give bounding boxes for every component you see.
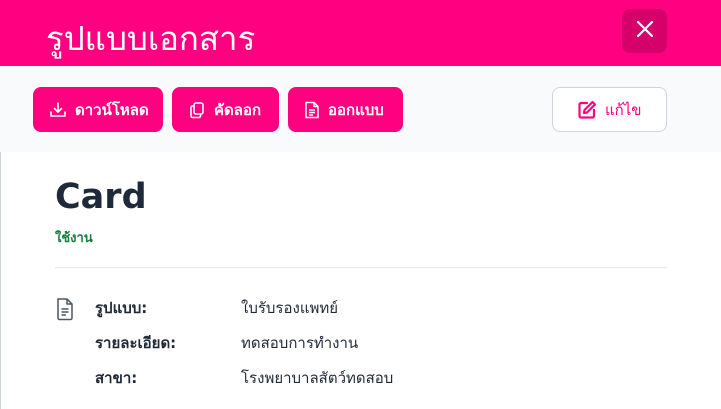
status-badge: ใช้งาน <box>55 231 93 246</box>
modal-title: รูปแบบเอกสาร <box>46 19 256 58</box>
close-icon <box>635 19 655 43</box>
modal-header: รูปแบบเอกสาร <box>0 0 721 66</box>
download-button[interactable]: ดาวน์โหลด <box>33 87 163 132</box>
copy-icon <box>188 101 206 119</box>
detail-value-description: ทดสอบการทำงาน <box>241 334 359 352</box>
download-button-label: ดาวน์โหลด <box>75 100 149 119</box>
divider <box>55 267 667 268</box>
detail-label-description: รายละเอียด: <box>95 334 177 352</box>
download-icon <box>49 101 67 119</box>
detail-value-branch: โรงพยาบาลสัตว์ทดสอบ <box>241 369 394 387</box>
close-button[interactable] <box>622 9 667 53</box>
detail-label-branch: สาขา: <box>95 369 138 387</box>
document-icon <box>55 297 75 325</box>
design-button-label: ออกแบบ <box>328 100 384 119</box>
copy-button-label: คัดลอก <box>214 100 262 119</box>
design-button[interactable]: ออกแบบ <box>288 87 403 132</box>
detail-label-format: รูปแบบ: <box>95 299 148 317</box>
edit-button[interactable]: แก้ไข <box>552 87 667 132</box>
edit-button-label: แก้ไข <box>605 100 642 119</box>
document-icon <box>304 101 320 119</box>
edit-icon <box>577 100 597 120</box>
detail-value-format: ใบรับรองแพทย์ <box>241 299 339 317</box>
card-title: Card <box>55 177 147 217</box>
action-toolbar: ดาวน์โหลด คัดลอก ออกแบบ แก้ไข <box>0 66 721 152</box>
copy-button[interactable]: คัดลอก <box>172 87 279 132</box>
